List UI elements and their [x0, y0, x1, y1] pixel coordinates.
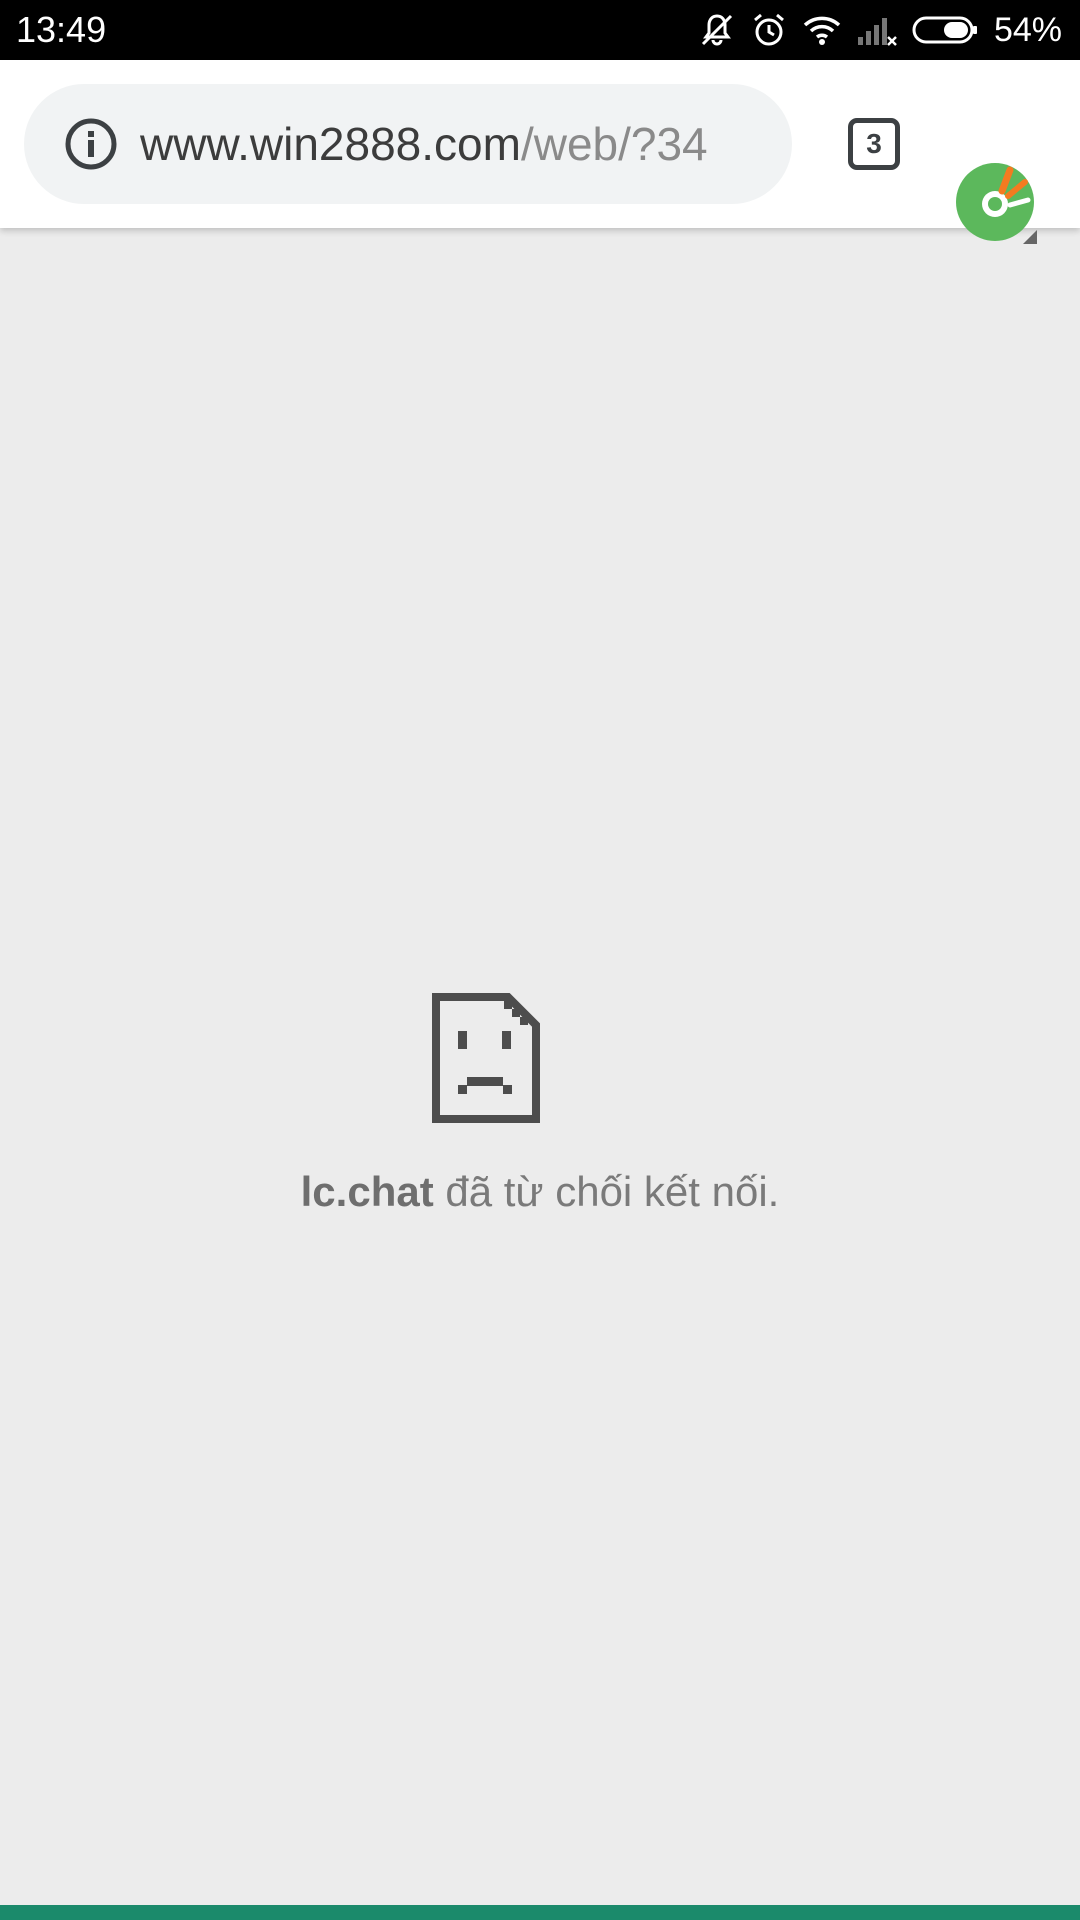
omnibox[interactable]: www.win2888.com/web/?34 — [24, 84, 792, 204]
error-page: lc.chat đã từ chối kết nối. — [0, 230, 1080, 1905]
bottom-accent-bar — [0, 1905, 1080, 1920]
battery-icon — [912, 15, 980, 45]
error-text: đã từ chối kết nối. — [433, 1168, 780, 1215]
alarm-icon — [750, 11, 788, 49]
status-icons: 54% — [698, 6, 1062, 54]
info-icon[interactable] — [64, 117, 118, 171]
browser-toolbar: www.win2888.com/web/?34 3 — [0, 60, 1080, 244]
status-bar: 13:49 54% — [0, 0, 1080, 60]
wifi-icon — [802, 13, 842, 47]
url-text[interactable]: www.win2888.com/web/?34 — [140, 117, 760, 171]
notifications-off-icon — [698, 11, 736, 49]
tab-switcher-button[interactable]: 3 — [848, 118, 900, 170]
sad-page-icon — [432, 993, 540, 1123]
url-path: /web/?34 — [520, 118, 708, 170]
error-host: lc.chat — [300, 1168, 434, 1215]
tab-count: 3 — [866, 128, 882, 159]
signal-no-service-icon — [856, 13, 898, 47]
error-message: lc.chat đã từ chối kết nối. — [0, 1168, 1080, 1216]
battery-percent: 54% — [993, 11, 1062, 49]
url-domain: www.win2888.com — [140, 118, 521, 170]
status-time: 13:49 — [16, 9, 107, 50]
